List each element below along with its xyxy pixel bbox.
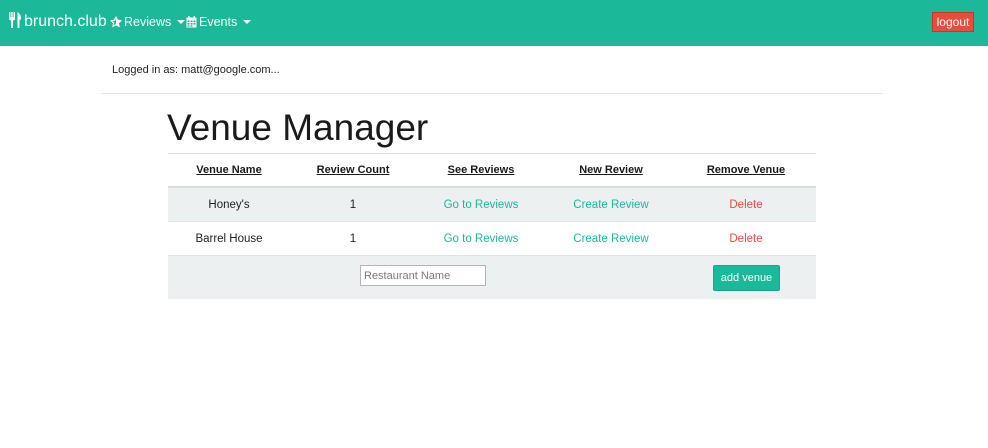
create-review-link[interactable]: Create Review	[546, 199, 676, 211]
star-icon	[110, 16, 122, 28]
column-header-venue-name[interactable]: Venue Name	[168, 164, 290, 176]
chevron-down-icon	[243, 20, 252, 24]
venue-name-cell: Honey's	[208, 198, 250, 211]
page-title: Venue Manager	[167, 107, 429, 148]
calendar-icon	[186, 16, 197, 28]
nav-reviews-dropdown[interactable]: Reviews	[110, 13, 186, 31]
column-header-see-reviews[interactable]: See Reviews	[416, 164, 546, 176]
nav-reviews-label: Reviews	[124, 15, 172, 29]
top-navbar: brunch.club Reviews Events logout	[0, 0, 988, 46]
logout-button[interactable]: logout	[932, 12, 974, 32]
column-header-review-count[interactable]: Review Count	[290, 164, 416, 176]
table-row: Honey's 1 Go to Reviews Create Review De…	[168, 187, 816, 221]
nav-events-dropdown[interactable]: Events	[186, 13, 252, 31]
review-count-cell: 1	[349, 232, 357, 245]
brand-name: brunch.club	[24, 13, 107, 30]
go-to-reviews-link[interactable]: Go to Reviews	[416, 233, 546, 245]
column-header-remove-venue[interactable]: Remove Venue	[676, 164, 816, 176]
logged-in-status: Logged in as: matt@google.com...	[112, 64, 280, 76]
review-count-cell: 1	[349, 198, 357, 211]
add-venue-button[interactable]: add venue	[713, 265, 780, 291]
utensils-icon	[8, 11, 24, 33]
column-header-new-review[interactable]: New Review	[546, 164, 676, 176]
table-row: Barrel House 1 Go to Reviews Create Revi…	[168, 221, 816, 255]
delete-venue-link[interactable]: Delete	[676, 233, 816, 245]
add-venue-row: add venue	[168, 255, 816, 299]
venue-table: Venue Name Review Count See Reviews New …	[168, 153, 816, 299]
divider	[101, 93, 883, 94]
delete-venue-link[interactable]: Delete	[676, 199, 816, 211]
nav-events-label: Events	[199, 15, 238, 29]
restaurant-name-input[interactable]	[360, 265, 486, 286]
brand-link[interactable]: brunch.club	[8, 11, 107, 33]
chevron-down-icon	[177, 20, 186, 24]
table-header-row: Venue Name Review Count See Reviews New …	[168, 153, 816, 187]
create-review-link[interactable]: Create Review	[546, 233, 676, 245]
go-to-reviews-link[interactable]: Go to Reviews	[416, 199, 546, 211]
venue-name-cell: Barrel House	[195, 232, 263, 245]
